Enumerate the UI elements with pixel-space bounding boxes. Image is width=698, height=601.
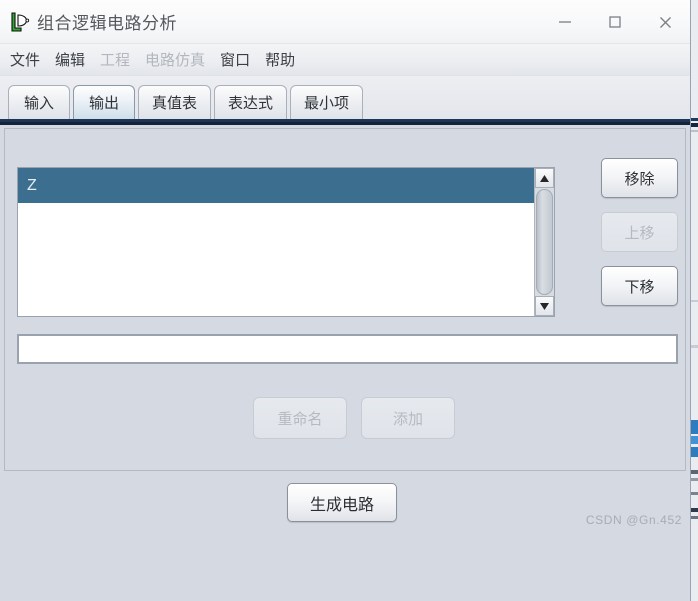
tab-truth-table-label: 真值表 (152, 95, 198, 112)
outputs-list-box[interactable]: Z (17, 167, 555, 317)
scrollbar-thumb[interactable] (536, 189, 553, 295)
window-title: 组合逻辑电路分析 (37, 14, 177, 33)
move-down-button[interactable]: 下移 (601, 266, 678, 306)
move-up-button: 上移 (601, 212, 678, 252)
logic-gate-icon (6, 10, 30, 34)
maximize-icon[interactable] (590, 0, 640, 44)
watermark-text: CSDN @Gn.452 (585, 513, 682, 527)
list-item-label: Z (27, 176, 37, 194)
outputs-content-panel: Z 移除 上移 下移 重命名 添加 (4, 128, 686, 471)
outputs-list-items: Z (18, 168, 534, 316)
add-button-label: 添加 (392, 410, 423, 428)
menu-item-help[interactable]: 帮助 (265, 49, 295, 70)
title-bar: 组合逻辑电路分析 (0, 0, 690, 44)
tab-outputs-label: 输出 (88, 95, 119, 112)
window-controls (540, 0, 690, 44)
tab-truth-table[interactable]: 真值表 (138, 85, 212, 119)
output-name-input[interactable] (17, 334, 678, 364)
tab-minterms-label: 最小项 (304, 95, 350, 112)
menu-item-project: 工程 (100, 52, 131, 69)
tab-strip-underline-inner (0, 122, 690, 125)
minimize-icon[interactable] (540, 0, 590, 44)
scroll-up-arrow-icon[interactable] (535, 168, 554, 188)
tab-outputs[interactable]: 输出 (73, 85, 135, 119)
move-up-button-label: 上移 (624, 224, 655, 242)
tab-strip: 输入 输出 真值表 表达式 最小项 (0, 76, 690, 119)
menu-item-window[interactable]: 窗口 (220, 49, 250, 70)
list-vertical-scrollbar[interactable] (534, 168, 554, 316)
menu-bar: 文件 编辑 工程 电路仿真 窗口 帮助 (0, 44, 690, 76)
application-window: 组合逻辑电路分析 文件 编辑 工程 电路仿真 窗口 帮助 输入 输出 真值表 表… (0, 0, 691, 601)
tab-expression-label: 表达式 (228, 95, 274, 112)
menu-item-edit[interactable]: 编辑 (55, 49, 85, 70)
menu-item-simulate: 电路仿真 (145, 52, 206, 69)
remove-button-label: 移除 (624, 170, 655, 188)
tab-inputs-label: 输入 (23, 95, 54, 112)
tab-minterms[interactable]: 最小项 (290, 85, 364, 119)
footer-bar: 生成电路 CSDN @Gn.452 (0, 471, 690, 537)
generate-circuit-button[interactable]: 生成电路 (287, 483, 397, 522)
move-down-button-label: 下移 (624, 278, 655, 296)
remove-button[interactable]: 移除 (601, 158, 678, 198)
rename-button-label: 重命名 (277, 410, 323, 428)
tab-expression[interactable]: 表达式 (214, 85, 288, 119)
close-icon[interactable] (640, 0, 690, 44)
menu-item-file[interactable]: 文件 (10, 49, 40, 70)
tab-inputs[interactable]: 输入 (8, 85, 70, 119)
generate-circuit-button-label: 生成电路 (309, 496, 374, 514)
list-item[interactable]: Z (18, 168, 534, 203)
add-button: 添加 (361, 397, 455, 439)
scroll-down-arrow-icon[interactable] (535, 296, 554, 316)
rename-button: 重命名 (253, 397, 347, 439)
